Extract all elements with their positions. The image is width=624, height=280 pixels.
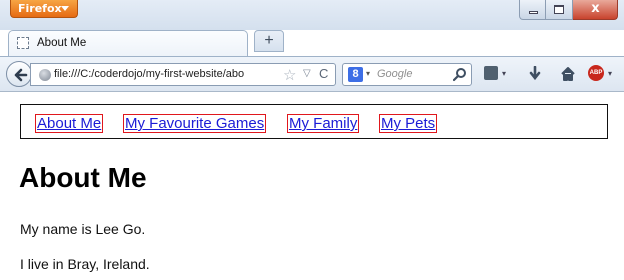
search-bar[interactable]: 8 ▾ Google [342, 63, 472, 86]
nav-link-about-me[interactable]: About Me [34, 114, 104, 133]
search-input[interactable]: Google [377, 68, 412, 80]
home-icon[interactable] [560, 66, 576, 82]
close-window-button[interactable]: x [573, 0, 618, 20]
paragraph-location: I live in Bray, Ireland. [20, 256, 150, 272]
nav-link-pets[interactable]: My Pets [378, 114, 438, 133]
paragraph-name: My name is Lee Go. [20, 221, 146, 237]
url-text[interactable]: file:///C:/coderdojo/my-first-website/ab… [54, 68, 274, 80]
history-dropdown-icon[interactable]: ▽ [303, 68, 311, 79]
page-heading: About Me [19, 162, 147, 193]
chevron-down-icon[interactable]: ▾ [502, 69, 506, 78]
nav-link-family[interactable]: My Family [286, 114, 360, 133]
bookmark-star-icon[interactable]: ☆ [283, 66, 296, 84]
engine-dropdown-icon[interactable]: ▾ [366, 69, 370, 78]
close-icon: x [591, 1, 600, 16]
page-content: About Me My Favourite Games My Family My… [0, 92, 624, 280]
chevron-down-icon [61, 6, 69, 11]
window-controls: x [519, 0, 618, 20]
search-icon[interactable] [453, 67, 468, 82]
globe-icon [39, 69, 51, 81]
firefox-menu-button[interactable]: Firefox [10, 0, 78, 18]
bookmarks-icon[interactable] [484, 66, 498, 80]
nav-link-favourite-games[interactable]: My Favourite Games [122, 114, 267, 133]
new-tab-button[interactable]: + [254, 30, 284, 52]
url-bar[interactable]: file:///C:/coderdojo/my-first-website/ab… [30, 63, 336, 86]
reload-icon[interactable]: C [319, 66, 328, 81]
navigation-toolbar: file:///C:/coderdojo/my-first-website/ab… [0, 56, 624, 92]
maximize-button[interactable] [546, 0, 573, 20]
chevron-down-icon[interactable]: ▾ [608, 69, 612, 78]
minimize-button[interactable] [519, 0, 546, 20]
site-navigation: About Me My Favourite Games My Family My… [20, 104, 608, 139]
firefox-menu-label: Firefox [18, 2, 62, 15]
adblock-icon[interactable]: ABP [588, 65, 604, 81]
maximize-icon [554, 5, 564, 14]
download-icon[interactable] [528, 66, 542, 82]
back-arrow-icon [14, 68, 28, 82]
google-g-icon[interactable]: 8 [348, 67, 363, 82]
tab-about-me[interactable]: About Me [8, 30, 248, 56]
blank-page-icon [17, 37, 29, 49]
minimize-icon [529, 11, 538, 14]
title-bar: Firefox x [0, 0, 624, 30]
tab-title: About Me [37, 37, 87, 49]
back-button[interactable] [6, 61, 32, 87]
